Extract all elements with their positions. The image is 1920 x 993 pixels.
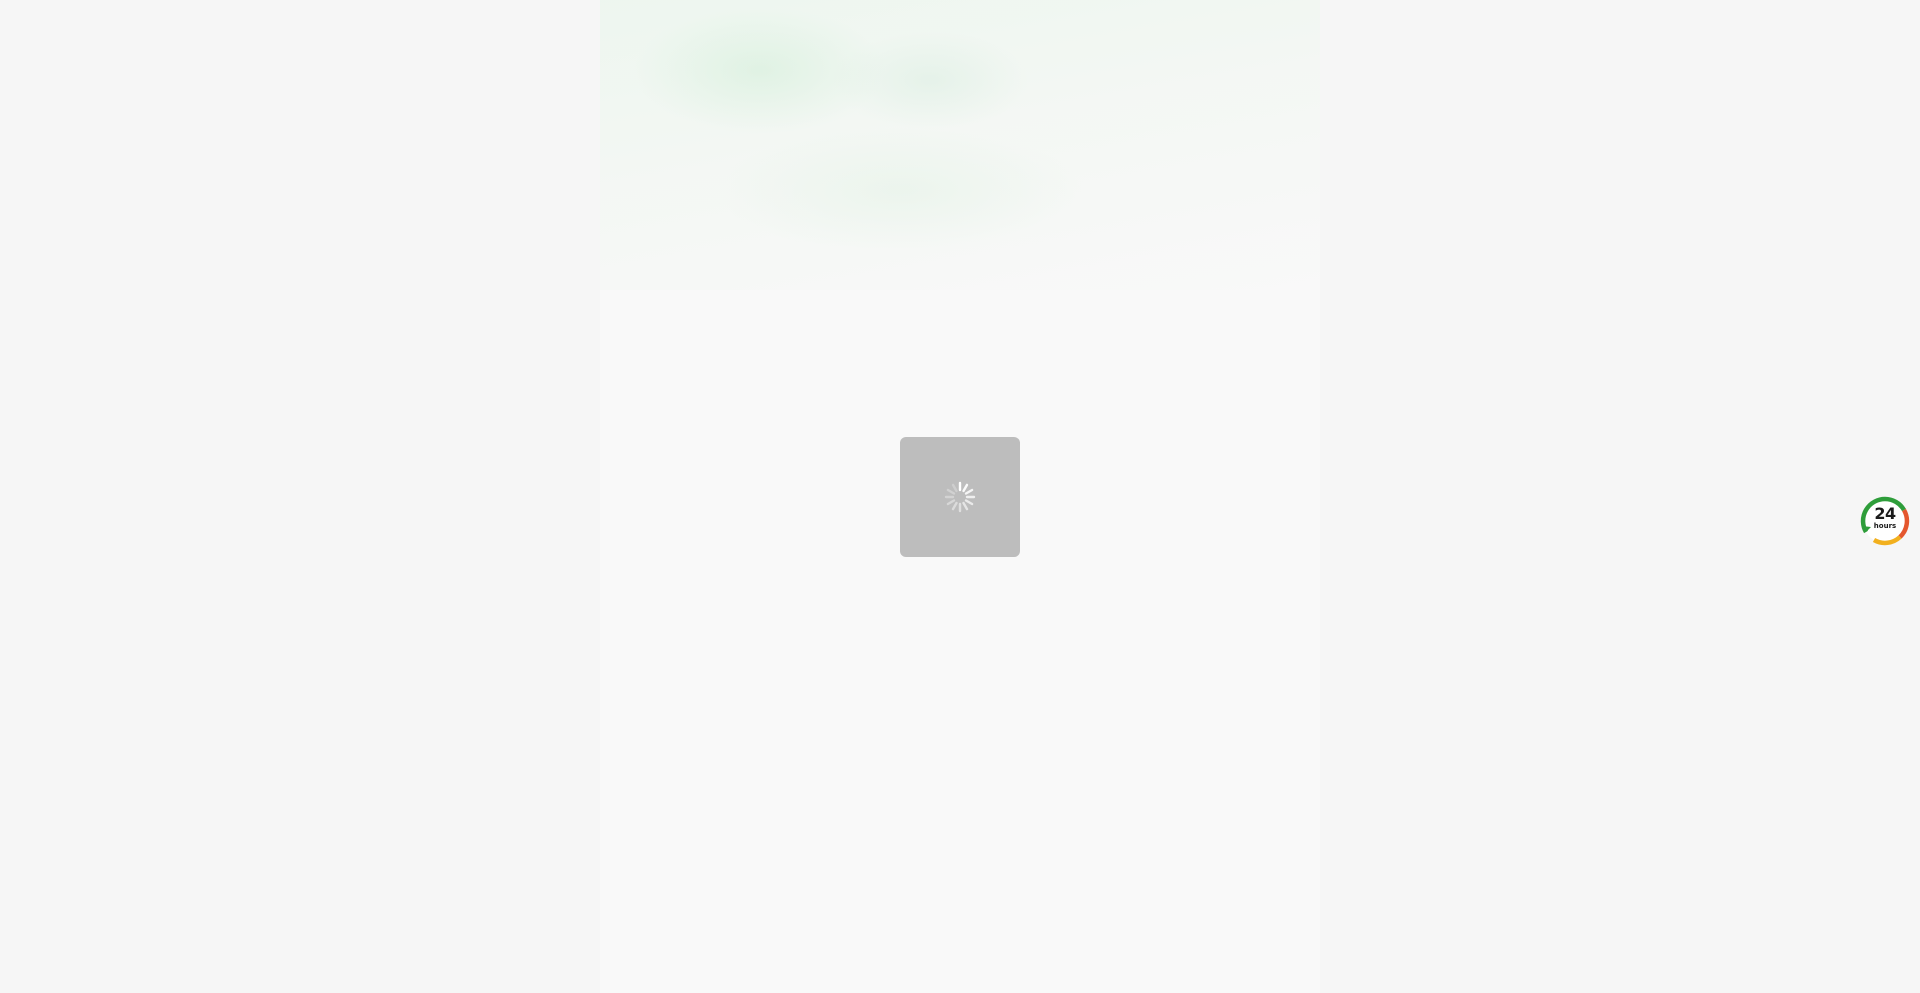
spinner-icon: [944, 481, 976, 513]
loading-overlay: [900, 437, 1020, 557]
badge-unit: hours: [1873, 522, 1897, 530]
page: 24 hours: [0, 0, 1920, 993]
badge-number: 24: [1874, 504, 1896, 523]
support-24-hours-button[interactable]: 24 hours: [1860, 496, 1910, 546]
hero-backdrop: [600, 0, 1320, 290]
